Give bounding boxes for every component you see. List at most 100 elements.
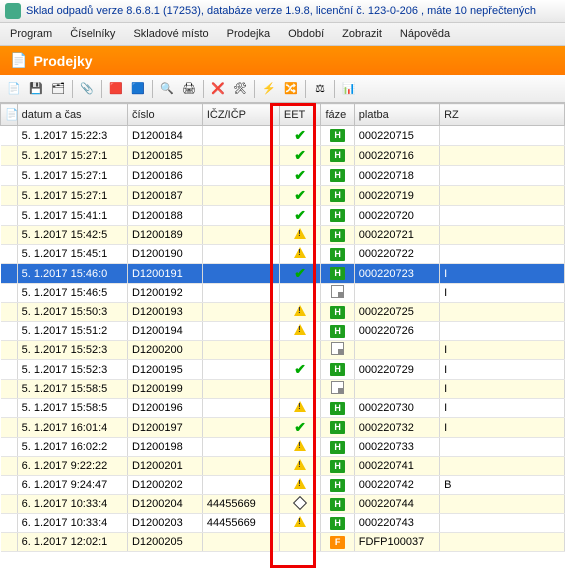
- menu-item-nápověda[interactable]: Nápověda: [392, 26, 458, 42]
- phase-h-icon: H: [330, 209, 345, 222]
- col-rz[interactable]: RZ: [440, 104, 565, 126]
- faze-cell: [321, 380, 354, 399]
- row-header-cell: [1, 226, 18, 245]
- table-row[interactable]: 6. 1.2017 10:33:4D120020444455669H000220…: [1, 495, 565, 514]
- platba-cell: [354, 341, 439, 360]
- phase-doc-icon: [331, 342, 344, 355]
- menu-item-číselníky[interactable]: Číselníky: [62, 26, 123, 42]
- phase-h-icon: H: [330, 498, 345, 511]
- phase-h-icon: H: [330, 267, 345, 280]
- platba-cell: 000220720: [354, 206, 439, 226]
- menu-item-skladové místo[interactable]: Skladové místo: [125, 26, 216, 42]
- phase-h-icon: H: [330, 479, 345, 492]
- table-row[interactable]: 5. 1.2017 15:46:5D1200192I: [1, 284, 565, 303]
- table-row[interactable]: 5. 1.2017 15:27:1D1200187✔H000220719: [1, 186, 565, 206]
- table-row[interactable]: 5. 1.2017 15:46:0D1200191✔H000220723I: [1, 264, 565, 284]
- platba-cell: 000220721: [354, 226, 439, 245]
- faze-cell: H: [321, 226, 354, 245]
- menu-item-program[interactable]: Program: [2, 26, 60, 42]
- table-row[interactable]: 5. 1.2017 15:50:3D1200193H000220725: [1, 303, 565, 322]
- phase-h-icon: H: [330, 402, 345, 415]
- toolbar-separator: [203, 80, 204, 98]
- menu-item-prodejka[interactable]: Prodejka: [219, 26, 278, 42]
- table-row[interactable]: 5. 1.2017 15:42:5D1200189H000220721: [1, 226, 565, 245]
- table-row[interactable]: 5. 1.2017 15:22:3D1200184✔H000220715: [1, 126, 565, 146]
- row-header-cell: [1, 418, 18, 438]
- icz-cell: [202, 245, 279, 264]
- eet-cell: [279, 245, 321, 264]
- table-row[interactable]: 6. 1.2017 9:24:47D1200202H000220742B: [1, 476, 565, 495]
- faze-cell: H: [321, 126, 354, 146]
- icz-cell: [202, 284, 279, 303]
- col-icz[interactable]: IČZ/IČP: [202, 104, 279, 126]
- table-row[interactable]: 6. 1.2017 9:22:22D1200201H000220741: [1, 457, 565, 476]
- table-row[interactable]: 5. 1.2017 15:27:1D1200186✔H000220718: [1, 166, 565, 186]
- date-cell: 5. 1.2017 16:01:4: [17, 418, 127, 438]
- col-cislo[interactable]: číslo: [127, 104, 202, 126]
- eet-cell: [279, 438, 321, 457]
- menu-item-období[interactable]: Období: [280, 26, 332, 42]
- rz-cell: [440, 533, 565, 552]
- attach-button[interactable]: 📎: [77, 79, 97, 99]
- chart-button[interactable]: 📊: [339, 79, 359, 99]
- row-header-cell: [1, 186, 18, 206]
- weigh-button[interactable]: ⚖: [310, 79, 330, 99]
- phase-h-icon: H: [330, 421, 345, 434]
- table-row[interactable]: 5. 1.2017 16:02:2D1200198H000220733: [1, 438, 565, 457]
- table-row[interactable]: 5. 1.2017 15:52:3D1200200I: [1, 341, 565, 360]
- icz-cell: [202, 341, 279, 360]
- eet-cell: [279, 380, 321, 399]
- date-cell: 5. 1.2017 15:27:1: [17, 146, 127, 166]
- icz-cell: [202, 380, 279, 399]
- card-button[interactable]: 🗂: [48, 79, 68, 99]
- eet-cell: ✔: [279, 146, 321, 166]
- eet-cell: [279, 533, 321, 552]
- phase-h-icon: H: [330, 248, 345, 261]
- search-button[interactable]: 🔍: [157, 79, 177, 99]
- eet-cell: ✔: [279, 186, 321, 206]
- table-row[interactable]: 5. 1.2017 15:45:1D1200190H000220722: [1, 245, 565, 264]
- table-row[interactable]: 5. 1.2017 15:58:5D1200199I: [1, 380, 565, 399]
- warning-icon: [294, 459, 306, 470]
- col-rowheader[interactable]: 📄: [1, 104, 18, 126]
- menu-item-zobrazit[interactable]: Zobrazit: [334, 26, 390, 42]
- cislo-cell: D1200184: [127, 126, 202, 146]
- rz-cell: [440, 166, 565, 186]
- platba-cell: 000220729: [354, 360, 439, 380]
- rz-cell: I: [440, 380, 565, 399]
- col-faze[interactable]: fáze: [321, 104, 354, 126]
- toolbar-separator: [254, 80, 255, 98]
- date-cell: 5. 1.2017 15:58:5: [17, 380, 127, 399]
- check-icon: ✔: [294, 147, 306, 163]
- cislo-cell: D1200204: [127, 495, 202, 514]
- table-row[interactable]: 6. 1.2017 10:33:4D120020344455669H000220…: [1, 514, 565, 533]
- action2-button[interactable]: 🟦: [128, 79, 148, 99]
- table-row[interactable]: 5. 1.2017 15:52:3D1200195✔H000220729I: [1, 360, 565, 380]
- flash-button[interactable]: ⚡: [259, 79, 279, 99]
- table-row[interactable]: 5. 1.2017 15:51:2D1200194H000220726: [1, 322, 565, 341]
- table-row[interactable]: 5. 1.2017 15:27:1D1200185✔H000220716: [1, 146, 565, 166]
- print-button[interactable]: 🖨: [179, 79, 199, 99]
- col-eet[interactable]: EET: [279, 104, 321, 126]
- platba-cell: [354, 284, 439, 303]
- save-button[interactable]: 💾: [26, 79, 46, 99]
- col-date[interactable]: datum a čas: [17, 104, 127, 126]
- platba-cell: 000220723: [354, 264, 439, 284]
- row-header-cell: [1, 399, 18, 418]
- delete-button[interactable]: ❌: [208, 79, 228, 99]
- toggle-button[interactable]: 🔀: [281, 79, 301, 99]
- table-row[interactable]: 5. 1.2017 16:01:4D1200197✔H000220732I: [1, 418, 565, 438]
- table-container: 📄 datum a čas číslo IČZ/IČP EET fáze pla…: [0, 103, 565, 552]
- new-button[interactable]: 📄: [4, 79, 24, 99]
- table-row[interactable]: 5. 1.2017 15:41:1D1200188✔H000220720: [1, 206, 565, 226]
- tools-button[interactable]: 🛠: [230, 79, 250, 99]
- table-row[interactable]: 6. 1.2017 12:02:1D1200205FFDFP100037: [1, 533, 565, 552]
- action1-button[interactable]: 🟥: [106, 79, 126, 99]
- col-platba[interactable]: platba: [354, 104, 439, 126]
- icz-cell: [202, 303, 279, 322]
- table[interactable]: 📄 datum a čas číslo IČZ/IČP EET fáze pla…: [0, 103, 565, 552]
- table-row[interactable]: 5. 1.2017 15:58:5D1200196H000220730I: [1, 399, 565, 418]
- cislo-cell: D1200205: [127, 533, 202, 552]
- eet-cell: [279, 399, 321, 418]
- warning-icon: [294, 440, 306, 451]
